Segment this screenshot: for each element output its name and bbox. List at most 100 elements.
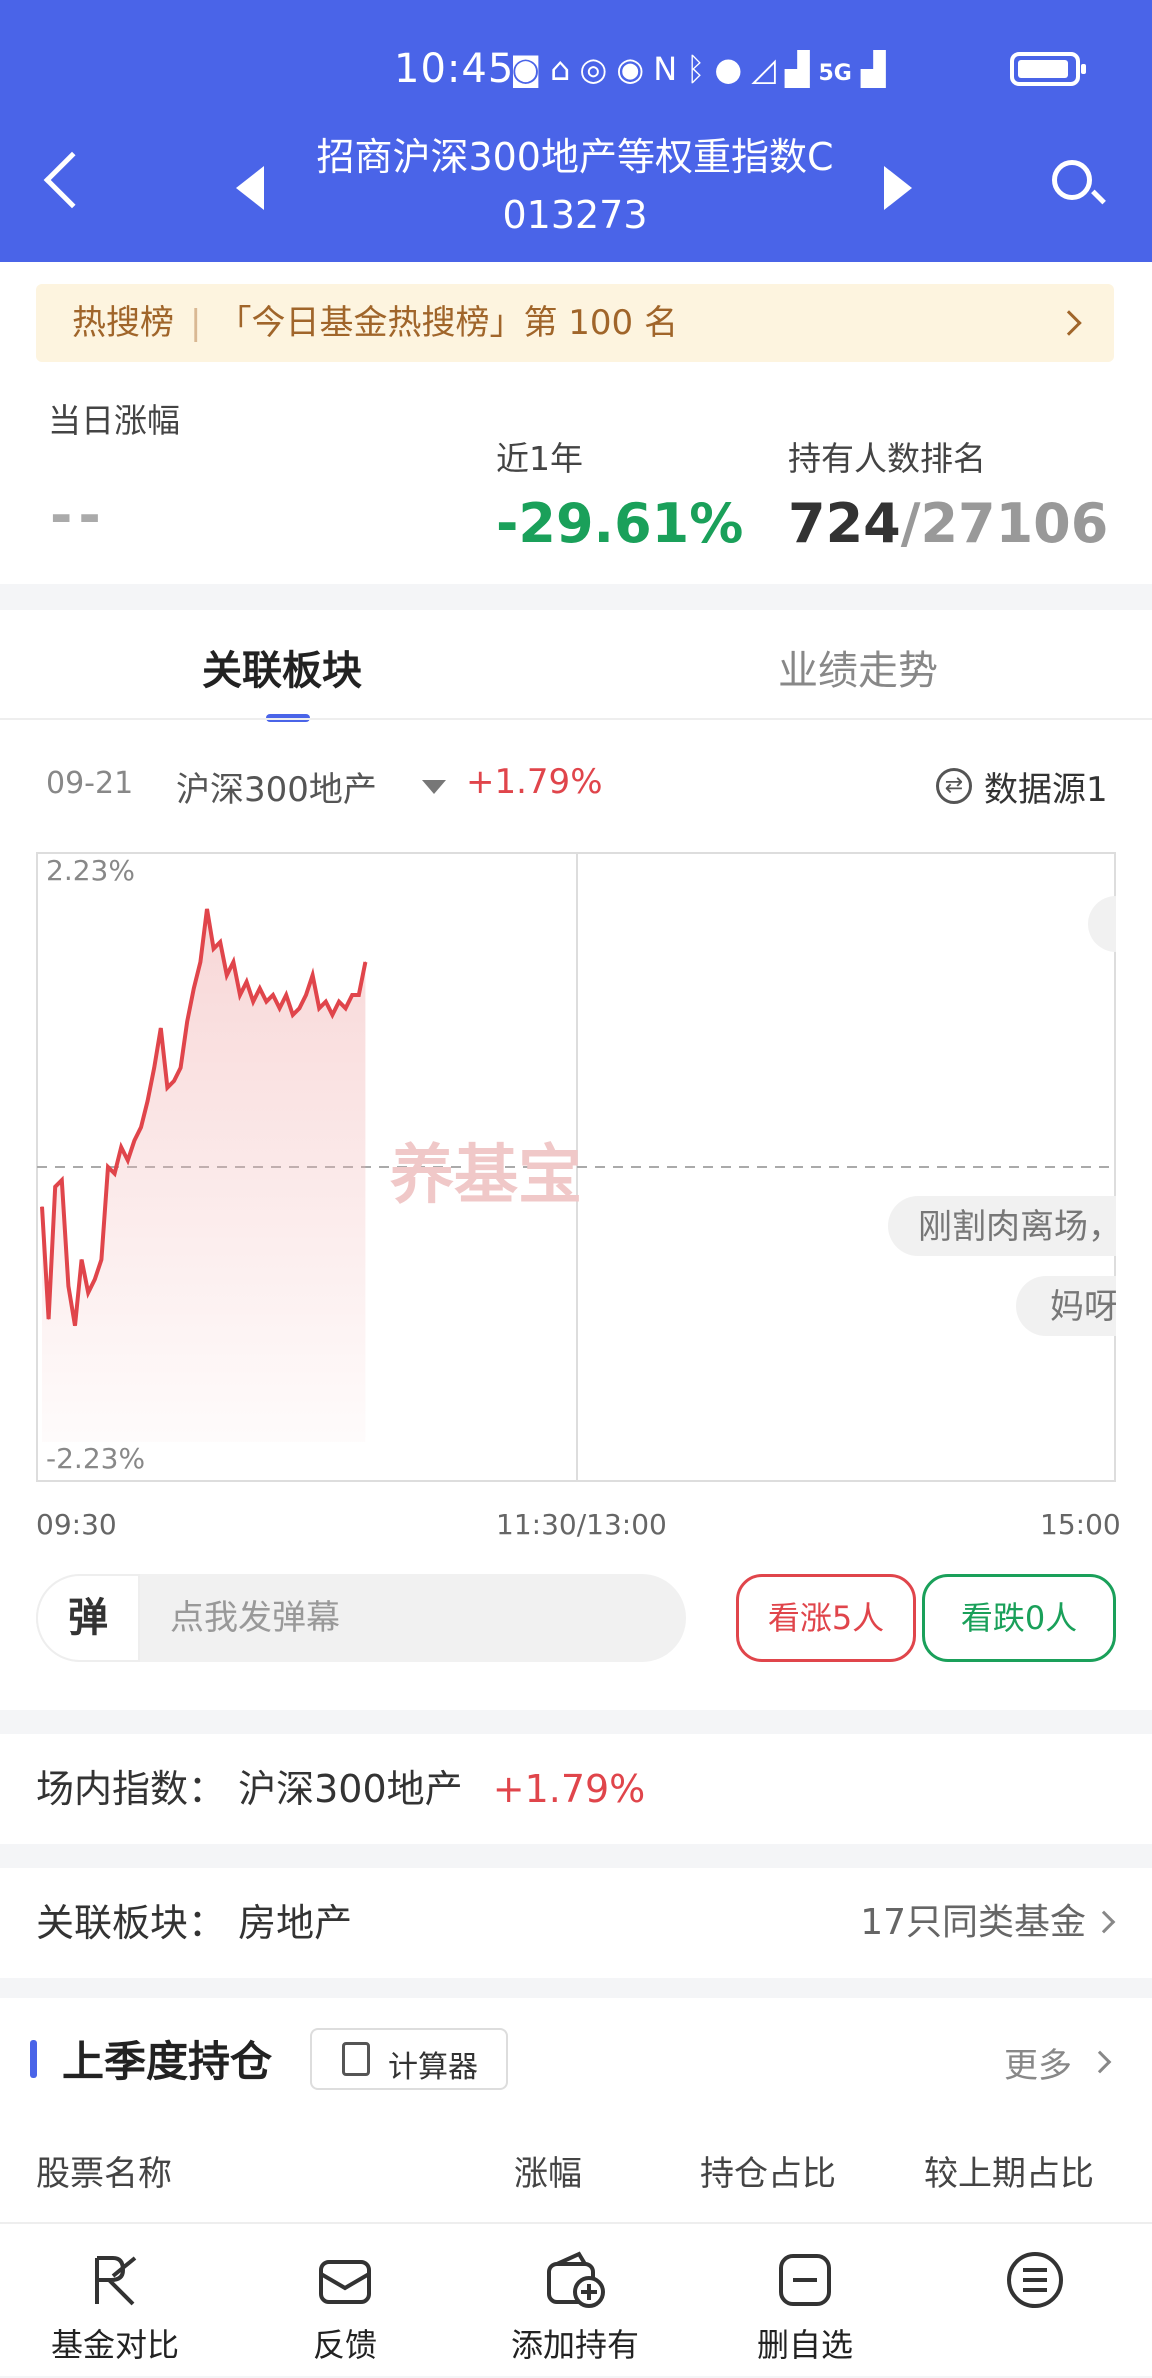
data-point — [285, 994, 287, 996]
data-point — [41, 1206, 43, 1208]
battery-icon — [1010, 52, 1086, 86]
similar-funds-link[interactable]: 17只同类基金 — [860, 1868, 1086, 1978]
data-point — [331, 1014, 333, 1016]
danmu-icon: 弹 — [68, 1595, 108, 1641]
nav-add-holding[interactable]: 添加持有 — [460, 2224, 690, 2378]
nav-menu[interactable] — [920, 2224, 1150, 2378]
data-point — [107, 1166, 109, 1168]
data-point — [358, 994, 360, 996]
tab-related-sector[interactable]: 关联板块 — [202, 638, 362, 696]
home-notification-icon: ⌂ — [550, 50, 571, 88]
switch-source-icon[interactable]: ⇄ — [936, 768, 972, 804]
section-accent-bar — [30, 2040, 37, 2078]
mute-icon: ◿ — [751, 50, 776, 88]
col-change: 涨幅 — [514, 2154, 582, 2194]
data-point — [133, 1140, 135, 1141]
data-point — [186, 1021, 188, 1022]
hot-search-banner[interactable]: 热搜榜 | 「今日基金热搜榜」第 100 名 — [36, 284, 1114, 362]
calculator-button[interactable]: 计算器 — [310, 2028, 508, 2090]
data-point — [338, 1001, 340, 1003]
wifi-icon: ▟ — [784, 50, 810, 88]
chart-date: 09-21 — [46, 766, 134, 801]
data-point — [127, 1159, 129, 1161]
search-icon[interactable] — [1052, 160, 1092, 200]
data-point — [166, 1087, 168, 1089]
prev-fund-icon[interactable] — [236, 166, 264, 210]
holder-rank-label: 持有人数排名 — [788, 439, 986, 478]
danmu-text-1: 刚割肉离场， — [918, 1207, 1116, 1247]
data-point — [292, 1014, 294, 1016]
fund-summary-card: 热搜榜 | 「今日基金热搜榜」第 100 名 当日涨幅 -- 近1年 -29.61%… — [0, 262, 1152, 584]
data-point — [364, 961, 366, 963]
sector-row[interactable]: 关联板块： 房地产 17只同类基金 — [0, 1868, 1152, 1978]
data-point — [232, 961, 234, 963]
calculator-icon — [342, 2042, 370, 2076]
data-point — [67, 1285, 69, 1287]
nav-label: 添加持有 — [510, 2326, 639, 2364]
y-max-label: 2.23% — [46, 854, 135, 887]
sector-label: 关联板块： — [36, 1901, 227, 1945]
dropdown-arrow-icon[interactable] — [422, 780, 446, 794]
nav-remove-watchlist[interactable]: 删自选 — [690, 2224, 920, 2378]
col-stock-name: 股票名称 — [36, 2154, 172, 2194]
index-change: +1.79% — [466, 762, 603, 802]
data-point — [120, 1146, 122, 1148]
tab-divider — [0, 718, 1152, 720]
data-point — [312, 974, 314, 976]
vote-up-button[interactable]: 看涨5人 — [736, 1574, 916, 1662]
bottom-nav: 基金对比 反馈 添加持有 删自选 — [0, 2222, 1152, 2376]
danmu-placeholder: 点我发弹幕 — [170, 1598, 340, 1638]
data-source-button[interactable]: 数据源1 — [984, 762, 1108, 811]
danmu-text-2: 妈呀 — [1050, 1287, 1116, 1327]
data-point — [252, 1001, 254, 1003]
data-point — [140, 1126, 142, 1128]
data-point — [54, 1186, 56, 1188]
sector: 关联板块： 房地产 — [36, 1868, 352, 1978]
eye-icon: ◉ — [616, 50, 645, 88]
y-min-label: -2.23% — [46, 1442, 145, 1475]
signal-icon: ▟ — [860, 50, 886, 88]
back-arrow-icon[interactable] — [43, 151, 101, 209]
app-header: 10:45 ◙ ⌂ ◎ ◉ N ᛒ ● ◿ ▟ 5G ▟ 招商沪深300地产等权重指数C 01327… — [0, 0, 1152, 262]
year-change-value: -29.61% — [496, 492, 744, 555]
data-point — [94, 1278, 96, 1280]
fund-code: 013273 — [502, 193, 648, 237]
index-selector[interactable]: 沪深300地产 — [176, 762, 377, 811]
hot-separator: | — [190, 303, 202, 343]
intraday-chart: 养基宝 2.23% -2.23% 刚割肉离场， 妈呀 — [36, 852, 1116, 1482]
fund-title: 招商沪深300地产等权重指数C 013273 — [290, 128, 860, 244]
chevron-right-icon — [1092, 1910, 1116, 1934]
data-point — [246, 981, 248, 983]
location-icon: ● — [714, 50, 743, 88]
x-label-close: 15:00 — [1040, 1508, 1121, 1541]
col-weight-change: 较上期占比 — [924, 2154, 1094, 2194]
nav-feedback[interactable]: 反馈 — [230, 2224, 460, 2378]
tab-performance[interactable]: 业绩走势 — [778, 638, 938, 696]
data-point — [160, 1027, 162, 1029]
data-point — [153, 1067, 155, 1069]
data-point — [259, 987, 261, 989]
nav-label: 反馈 — [312, 2326, 377, 2364]
chevron-right-icon — [1056, 310, 1082, 336]
year-change-label: 近1年 — [496, 439, 583, 478]
next-fund-icon[interactable] — [884, 166, 912, 210]
data-point — [173, 1080, 175, 1082]
remove-icon — [779, 2254, 831, 2306]
more-link[interactable]: 更多 — [1004, 2038, 1072, 2087]
bluetooth-icon: ᛒ — [686, 50, 706, 88]
market-index-row[interactable]: 场内指数： 沪深300地产 +1.79% — [0, 1734, 1152, 1844]
vote-down-button[interactable]: 看跌0人 — [922, 1574, 1116, 1662]
danmu-input[interactable]: 弹 点我发弹幕 — [36, 1574, 686, 1662]
data-point — [226, 974, 228, 976]
holder-rank-value: 724 — [788, 492, 901, 555]
nav-bar: 招商沪深300地产等权重指数C 013273 — [0, 120, 1152, 250]
watermark-logo: 养基宝 — [390, 1139, 582, 1213]
nav-fund-compare[interactable]: 基金对比 — [0, 2224, 230, 2378]
chevron-right-icon — [1088, 2050, 1112, 2074]
status-time: 10:45 — [394, 46, 515, 92]
holder-rank: 724/27106 — [788, 492, 1108, 555]
nav-label: 删自选 — [756, 2326, 853, 2364]
network-label: 5G — [818, 61, 852, 86]
status-bar: 10:45 ◙ ⌂ ◎ ◉ N ᛒ ● ◿ ▟ 5G ▟ — [0, 44, 1152, 96]
data-point — [74, 1325, 76, 1327]
